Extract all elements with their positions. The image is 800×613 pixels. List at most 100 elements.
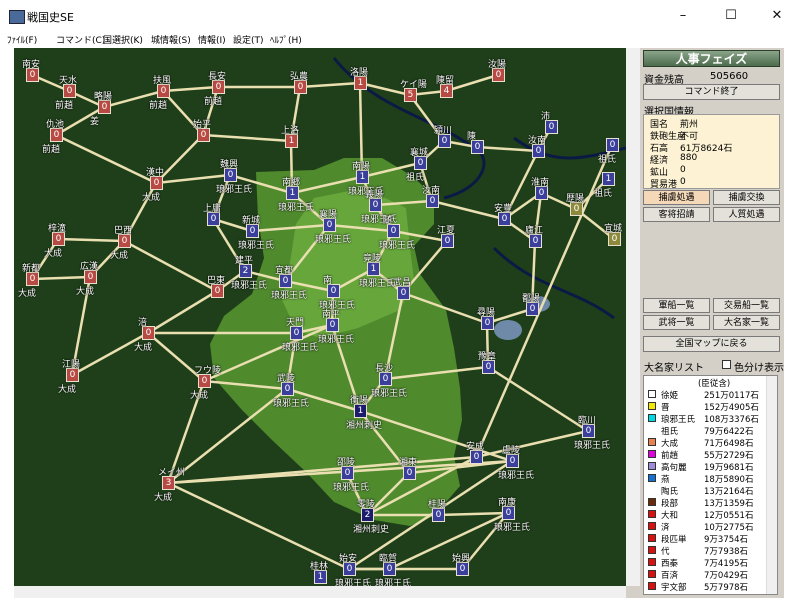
- invite-guest-general-button[interactable]: 客将招請: [643, 207, 710, 222]
- trade-ship-list-button[interactable]: 交易船一覧: [713, 298, 780, 313]
- castle-marker[interactable]: 0: [281, 382, 294, 396]
- castle-marker[interactable]: 0: [341, 466, 354, 480]
- castle-marker[interactable]: 0: [212, 80, 225, 94]
- general-list-button[interactable]: 武将一覧: [643, 315, 710, 330]
- menu-file[interactable]: ﾌｧｲﾙ(F): [7, 33, 37, 46]
- castle-marker[interactable]: 3: [162, 476, 175, 490]
- castle-marker[interactable]: 0: [290, 326, 303, 340]
- castle-name: 汝陽: [488, 60, 507, 70]
- castle-marker[interactable]: 5: [404, 88, 417, 102]
- castle-marker[interactable]: 0: [327, 284, 340, 298]
- castle-marker[interactable]: 0: [50, 128, 63, 142]
- castle-marker[interactable]: 0: [470, 450, 483, 464]
- hostage-handling-button[interactable]: 人質処遇: [713, 207, 780, 222]
- castle-marker[interactable]: 4: [440, 84, 453, 98]
- castle-marker[interactable]: 1: [602, 172, 615, 186]
- castle-marker[interactable]: 0: [441, 234, 454, 248]
- castle-marker[interactable]: 1: [285, 134, 298, 148]
- castle-marker[interactable]: 0: [207, 212, 220, 226]
- castle-marker[interactable]: 0: [438, 134, 451, 148]
- castle-marker[interactable]: 0: [343, 562, 356, 576]
- castle-marker[interactable]: 0: [66, 368, 79, 382]
- castle-marker[interactable]: 1: [354, 404, 367, 418]
- castle-marker[interactable]: 0: [492, 68, 505, 82]
- castle-marker[interactable]: 0: [211, 284, 224, 298]
- castle-marker[interactable]: 0: [383, 562, 396, 576]
- menu-country[interactable]: 国選択(K): [103, 33, 143, 46]
- castle-marker[interactable]: 1: [314, 570, 327, 584]
- castle-marker[interactable]: 0: [498, 212, 511, 226]
- region-map[interactable]: 0 南安 0 天水 前趙 0 略陽姜 0 扶風 前趙 0 長安 前趙 0 弘農 1 洛陽 4 陳留 5 ケイ陽 0 汝陽 0 仇…: [14, 48, 626, 586]
- castle-marker[interactable]: 0: [526, 302, 539, 316]
- castle-marker[interactable]: 0: [63, 84, 76, 98]
- warship-list-button[interactable]: 軍船一覧: [643, 298, 710, 313]
- castle-marker[interactable]: 0: [118, 234, 131, 248]
- castle-marker[interactable]: 0: [150, 176, 163, 190]
- menu-help[interactable]: ﾍﾙﾌﾟ(H): [270, 33, 302, 46]
- menu-settings[interactable]: 設定(T): [233, 33, 264, 46]
- daimyo-list-button[interactable]: 大名家一覧: [713, 315, 780, 330]
- castle-marker[interactable]: 0: [570, 202, 583, 216]
- castle-marker[interactable]: 0: [506, 454, 519, 468]
- color-toggle-checkbox[interactable]: [722, 360, 731, 369]
- castle-marker[interactable]: 0: [379, 372, 392, 386]
- castle-marker[interactable]: 0: [26, 68, 39, 82]
- castle-marker[interactable]: 0: [456, 562, 469, 576]
- castle-marker[interactable]: 0: [198, 374, 211, 388]
- menu-command[interactable]: コマンド(C): [56, 33, 105, 46]
- castle-marker[interactable]: 0: [197, 128, 210, 142]
- castle-marker[interactable]: 0: [414, 156, 427, 170]
- castle-marker[interactable]: 0: [481, 316, 494, 330]
- return-world-map-button[interactable]: 全国マップに戻る: [643, 336, 780, 352]
- castle-marker[interactable]: 0: [279, 274, 292, 288]
- castle-marker[interactable]: 0: [387, 224, 400, 238]
- castle-marker[interactable]: 0: [294, 80, 307, 94]
- castle-marker[interactable]: 0: [323, 218, 336, 232]
- castle-marker[interactable]: 0: [535, 186, 548, 200]
- castle-marker[interactable]: 0: [529, 234, 542, 248]
- maximize-button[interactable]: ☐: [708, 0, 754, 31]
- castle-marker[interactable]: 0: [426, 194, 439, 208]
- daimyo-listbox[interactable]: (臣従含) 徐姫 251万0117石晋 152万4905石 琅邪王氏 108万3376石…: [643, 375, 778, 595]
- prisoner-exchange-button[interactable]: 捕虜交換: [713, 190, 780, 205]
- menu-castle[interactable]: 城情報(S): [151, 33, 191, 46]
- castle-marker[interactable]: 1: [354, 76, 367, 90]
- castle-marker[interactable]: 0: [582, 424, 595, 438]
- castle-marker[interactable]: 0: [157, 84, 170, 98]
- map-horizontal-scrollbar[interactable]: [14, 586, 626, 598]
- castle-marker[interactable]: 1: [286, 186, 299, 200]
- close-button[interactable]: ✕: [754, 0, 800, 31]
- end-command-button[interactable]: コマンド終了: [643, 84, 780, 100]
- castle-marker[interactable]: 0: [471, 140, 484, 154]
- castle-marker[interactable]: 0: [369, 198, 382, 212]
- list-scrollbar[interactable]: [766, 376, 777, 594]
- castle-marker[interactable]: 0: [532, 144, 545, 158]
- castle-marker[interactable]: 0: [403, 466, 416, 480]
- castle-marker[interactable]: 1: [367, 262, 380, 276]
- castle-marker[interactable]: 0: [545, 120, 558, 134]
- castle-marker[interactable]: 0: [246, 224, 259, 238]
- castle-marker[interactable]: 0: [397, 286, 410, 300]
- castle-marker[interactable]: 0: [432, 508, 445, 522]
- castle-marker[interactable]: 0: [224, 168, 237, 182]
- castle-marker[interactable]: 0: [84, 270, 97, 284]
- menu-info[interactable]: 情報(I): [198, 33, 226, 46]
- castle-marker[interactable]: 0: [482, 360, 495, 374]
- map-vertical-scrollbar[interactable]: [626, 48, 640, 586]
- castle-name: 随: [383, 216, 393, 226]
- castle-marker[interactable]: 0: [98, 100, 111, 114]
- daimyo-name: 徐姫: [661, 391, 679, 401]
- minimize-button[interactable]: –: [660, 0, 706, 31]
- castle-marker[interactable]: 0: [142, 326, 155, 340]
- castle-marker[interactable]: 0: [608, 232, 621, 246]
- castle-marker[interactable]: 0: [326, 318, 339, 332]
- prisoner-handling-button[interactable]: 捕虜処遇: [643, 190, 710, 205]
- castle-marker[interactable]: 1: [356, 170, 369, 184]
- castle-marker[interactable]: 0: [606, 138, 619, 152]
- castle-marker[interactable]: 2: [239, 264, 252, 278]
- castle-marker[interactable]: 0: [26, 272, 39, 286]
- list-header: (臣従含): [698, 379, 731, 389]
- castle-marker[interactable]: 0: [52, 232, 65, 246]
- castle-marker[interactable]: 2: [361, 508, 374, 522]
- castle-marker[interactable]: 0: [502, 506, 515, 520]
